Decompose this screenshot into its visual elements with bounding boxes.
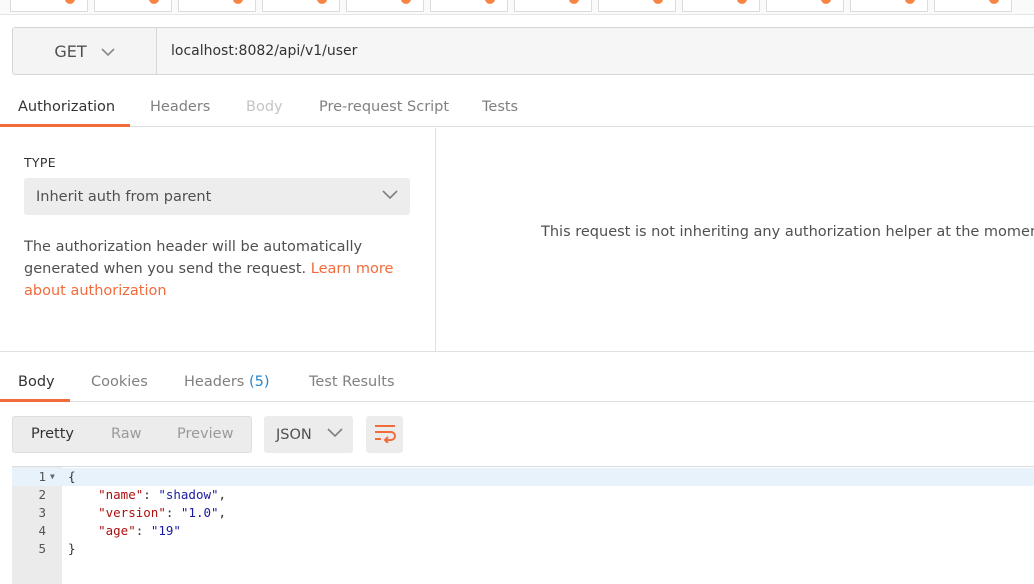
unsaved-dot-icon bbox=[737, 0, 747, 4]
request-tab[interactable] bbox=[598, 0, 676, 12]
code-line: 5 } bbox=[12, 540, 1034, 558]
code-line: 3 "version": "1.0", bbox=[12, 504, 1034, 522]
auth-info-message: This request is not inheriting any autho… bbox=[541, 224, 1034, 240]
auth-type-value: Inherit auth from parent bbox=[36, 188, 212, 205]
unsaved-dot-icon bbox=[905, 0, 915, 4]
chevron-down-icon bbox=[101, 42, 115, 61]
active-tab-indicator bbox=[0, 124, 130, 127]
code-line: 4 "age": "19" bbox=[12, 522, 1034, 540]
format-value: JSON bbox=[276, 426, 312, 443]
tab-body[interactable]: Body bbox=[246, 99, 283, 115]
format-select[interactable]: JSON bbox=[264, 416, 353, 453]
unsaved-dot-icon bbox=[149, 0, 159, 4]
unsaved-dot-icon bbox=[485, 0, 495, 4]
method-label: GET bbox=[54, 41, 87, 61]
auth-description: The authorization header will be automat… bbox=[24, 236, 404, 302]
json-value: "19" bbox=[150, 523, 181, 538]
url-bar: GET localhost:8082/api/v1/user bbox=[12, 27, 1034, 75]
json-key: "age" bbox=[98, 523, 136, 538]
json-value: "shadow" bbox=[158, 487, 219, 502]
line-number: 5 bbox=[38, 541, 46, 556]
auth-type-label: TYPE bbox=[24, 155, 56, 170]
json-key: "version" bbox=[98, 505, 166, 520]
auth-settings-panel: TYPE Inherit auth from parent The author… bbox=[0, 128, 436, 351]
code-text: { bbox=[68, 468, 76, 486]
response-headers-label: Headers bbox=[184, 374, 245, 390]
headers-count-badge: (5) bbox=[248, 374, 270, 390]
request-tab[interactable] bbox=[10, 0, 88, 12]
preview-button[interactable]: Preview bbox=[177, 426, 233, 442]
unsaved-dot-icon bbox=[989, 0, 999, 4]
request-tab[interactable] bbox=[178, 0, 256, 12]
line-number: 3 bbox=[38, 505, 46, 520]
tab-pre-request-script[interactable]: Pre-request Script bbox=[319, 99, 449, 115]
url-input[interactable]: localhost:8082/api/v1/user bbox=[157, 28, 1034, 74]
unsaved-dot-icon bbox=[401, 0, 411, 4]
request-tab[interactable] bbox=[682, 0, 760, 12]
line-number: 1 bbox=[38, 469, 46, 484]
unsaved-dot-icon bbox=[317, 0, 327, 4]
request-tab[interactable] bbox=[346, 0, 424, 12]
close-brace: } bbox=[68, 541, 76, 556]
unsaved-dot-icon bbox=[653, 0, 663, 4]
unsaved-dot-icon bbox=[569, 0, 579, 4]
raw-button[interactable]: Raw bbox=[111, 426, 142, 442]
json-key: "name" bbox=[98, 487, 144, 502]
line-number: 2 bbox=[38, 487, 46, 502]
unsaved-dot-icon bbox=[821, 0, 831, 4]
request-tab[interactable] bbox=[934, 0, 1012, 12]
code-line: 1 ▼ { bbox=[12, 468, 1034, 486]
tab-headers[interactable]: Headers bbox=[150, 99, 210, 115]
view-mode-toggle: Pretty Raw Preview bbox=[12, 416, 252, 453]
unsaved-dot-icon bbox=[233, 0, 243, 4]
code-text: } bbox=[68, 540, 76, 558]
code-text: "name": "shadow", bbox=[98, 487, 227, 502]
wrap-lines-icon bbox=[373, 423, 397, 447]
request-tabs: Authorization Headers Body Pre-request S… bbox=[0, 88, 1034, 127]
unsaved-dot-icon bbox=[65, 0, 75, 4]
wrap-lines-button[interactable] bbox=[366, 416, 403, 453]
tab-tests[interactable]: Tests bbox=[482, 99, 518, 115]
code-text: "version": "1.0", bbox=[98, 505, 227, 520]
request-tab[interactable] bbox=[94, 0, 172, 12]
chevron-down-icon bbox=[382, 188, 398, 204]
auth-type-select[interactable]: Inherit auth from parent bbox=[24, 178, 410, 215]
tab-authorization[interactable]: Authorization bbox=[18, 99, 115, 115]
open-brace: { bbox=[68, 469, 76, 484]
response-tabs: Body Cookies Headers (5) Test Results bbox=[0, 351, 1034, 402]
code-line: 2 "name": "shadow", bbox=[12, 486, 1034, 504]
chevron-down-icon bbox=[327, 426, 343, 442]
tab-cookies[interactable]: Cookies bbox=[91, 374, 148, 390]
code-text: "age": "19" bbox=[98, 523, 181, 538]
request-tab[interactable] bbox=[430, 0, 508, 12]
pretty-button[interactable]: Pretty bbox=[31, 426, 74, 442]
request-tab[interactable] bbox=[514, 0, 592, 12]
postman-window: GET localhost:8082/api/v1/user Authoriza… bbox=[0, 0, 1034, 584]
request-tab-strip bbox=[0, 0, 1034, 15]
request-tab[interactable] bbox=[262, 0, 340, 12]
method-select[interactable]: GET bbox=[13, 28, 157, 74]
response-body-viewer[interactable]: 1 ▼ { 2 "name": "shadow", 3 "version": "… bbox=[12, 466, 1034, 584]
active-response-tab-indicator bbox=[0, 399, 70, 402]
tab-response-body[interactable]: Body bbox=[18, 374, 55, 390]
tab-test-results[interactable]: Test Results bbox=[309, 374, 395, 390]
json-value: "1.0" bbox=[180, 505, 219, 520]
tab-response-headers[interactable]: Headers (5) bbox=[184, 374, 270, 390]
request-tab[interactable] bbox=[766, 0, 844, 12]
auth-info-panel: This request is not inheriting any autho… bbox=[437, 128, 1034, 351]
line-number: 4 bbox=[38, 523, 46, 538]
fold-arrow-icon[interactable]: ▼ bbox=[50, 468, 55, 486]
request-tab[interactable] bbox=[850, 0, 928, 12]
